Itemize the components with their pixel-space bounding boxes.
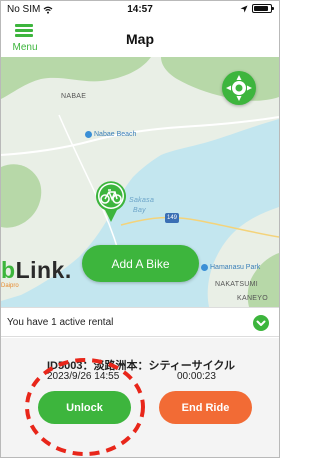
park-icon: [201, 264, 208, 271]
active-rental-text: You have 1 active rental: [7, 317, 114, 328]
blink-logo-subtitle: Daipro: [1, 283, 19, 289]
locate-button[interactable]: [222, 71, 256, 105]
chevron-down-icon[interactable]: [253, 315, 269, 331]
map-label-kaneyo: KANEYO: [237, 295, 268, 302]
poi-hamanasu-park[interactable]: Hamanasu Park: [201, 264, 260, 271]
active-rental-bar[interactable]: You have 1 active rental: [1, 307, 279, 337]
location-arrow-icon: [240, 5, 248, 12]
map-label-nabae: NABAE: [61, 93, 87, 100]
battery-level: [254, 6, 269, 11]
bike-location-marker[interactable]: [94, 179, 128, 223]
poi-nabae-beach[interactable]: Nabae Beach: [85, 131, 136, 138]
status-bar: No SIM 14:57: [1, 1, 279, 19]
blink-logo: bLink.: [1, 257, 72, 283]
page-title: Map: [126, 31, 154, 47]
rental-elapsed-time: 00:00:23: [177, 371, 216, 382]
map-label-bay-1: Sakasa: [129, 197, 155, 204]
bike-icon: [96, 181, 126, 222]
app-header: Menu Map: [1, 19, 279, 57]
add-bike-button[interactable]: Add A Bike: [82, 245, 199, 282]
poi-label: Hamanasu Park: [210, 264, 261, 271]
map-label-bay-2: Bay: [133, 207, 146, 214]
crosshair-icon: [226, 75, 252, 101]
road-number-badge: 149: [165, 213, 179, 223]
clock: 14:57: [127, 4, 153, 15]
beach-icon: [85, 131, 92, 138]
poi-label: Nabae Beach: [94, 131, 137, 138]
battery-icon: [252, 4, 274, 13]
map-view[interactable]: NABAE Nabae Beach Sakasa Bay 149 Hamanas…: [1, 57, 279, 307]
app-screen: No SIM 14:57 Menu Map NABAE Nabae Beach …: [0, 0, 280, 458]
map-label-nakatsumi: NAKATSUMI: [215, 281, 259, 288]
rental-card: ID5003：淡路洲本：シティーサイクル 2023/9/26 14:55 00:…: [1, 338, 279, 457]
rental-start-time: 2023/9/26 14:55: [47, 371, 120, 382]
unlock-button[interactable]: Unlock: [38, 391, 131, 424]
end-ride-button[interactable]: End Ride: [159, 391, 252, 424]
